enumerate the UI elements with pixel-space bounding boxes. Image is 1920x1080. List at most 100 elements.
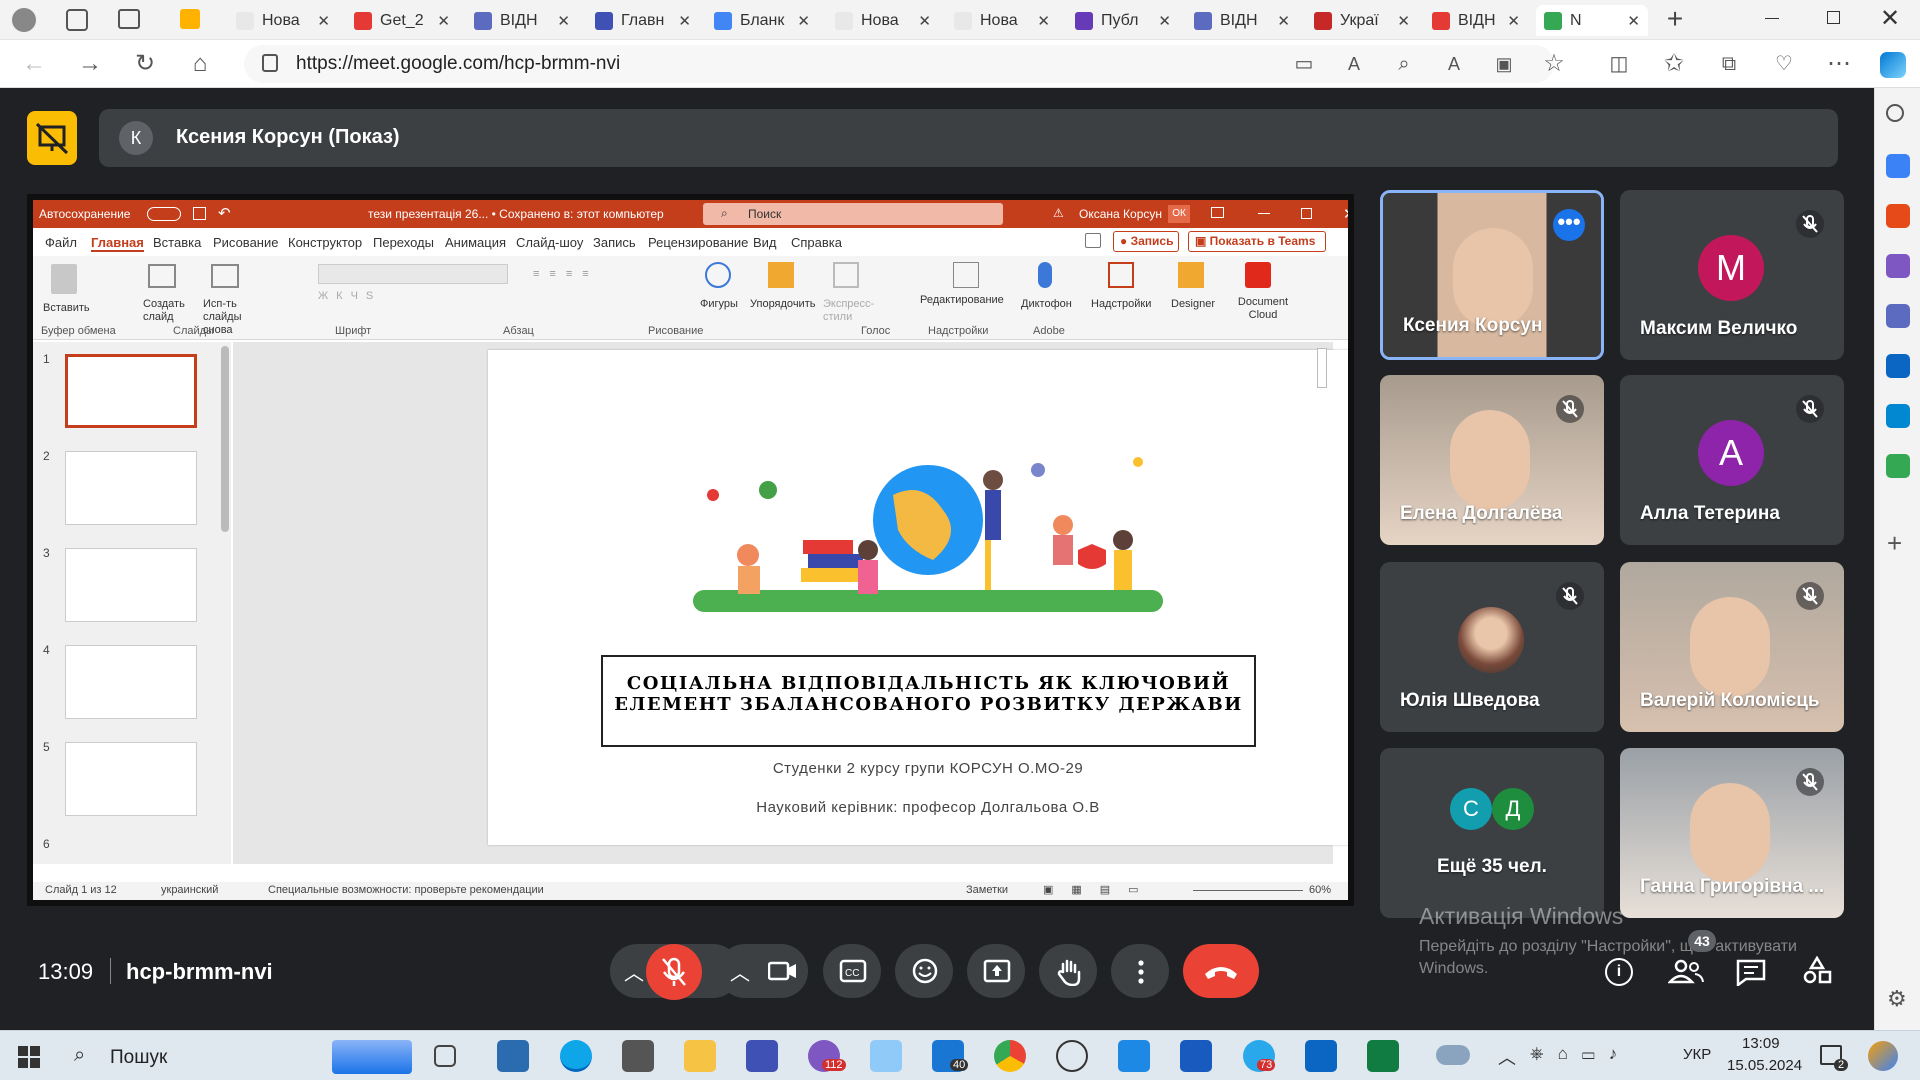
lock-icon[interactable] [262,54,278,72]
participant-tile[interactable]: Ганна Григорівна ... [1620,748,1844,918]
browser-tab[interactable]: Публ ✕ [1067,5,1179,36]
font-name-box[interactable] [318,264,508,284]
ppt-menu-item[interactable]: Запись [593,235,636,250]
close-window-button[interactable]: ✕ [1880,4,1900,33]
comments-icon[interactable] [1085,233,1101,248]
browser-tab[interactable]: ВІДН ✕ [1186,5,1298,36]
browser-tab[interactable]: Нова ✕ [827,5,939,36]
split-screen-icon[interactable]: ◫ [1605,50,1633,78]
taskbar-search[interactable]: ⌕ Пошук [64,1040,424,1074]
browser-tab[interactable]: Нова ✕ [946,5,1058,36]
clock-date[interactable]: 15.05.2024 [1727,1057,1802,1074]
view-buttons[interactable]: ▣▦▤▭ [1043,883,1157,896]
tab-close-icon[interactable]: ✕ [557,12,570,30]
tab-close-icon[interactable]: ✕ [1507,12,1520,30]
present-button[interactable] [967,944,1025,998]
teams-button[interactable]: ▣ Показать в Teams [1188,231,1326,252]
record-button[interactable]: ● Запись [1113,231,1179,252]
raise-hand-button[interactable] [1039,944,1097,998]
ppt-menu-item[interactable]: Главная [91,235,144,252]
ppt-close[interactable]: ✕ [1343,205,1348,223]
reactions-button[interactable] [895,944,953,998]
ppt-menu-item[interactable]: Справка [791,235,842,250]
copilot-taskbar-icon[interactable] [497,1040,529,1072]
collections-icon[interactable]: ⧉ [1715,50,1743,78]
ppt-menu-item[interactable]: Рисование [213,235,278,250]
ppt-menu-item[interactable]: Вставка [153,235,201,250]
tab-close-icon[interactable]: ✕ [918,12,931,30]
notepad-taskbar-icon[interactable] [870,1040,902,1072]
profile-icon[interactable] [12,8,36,32]
participants-button[interactable] [1667,958,1704,991]
editing-icon[interactable] [953,262,979,288]
copilot-icon[interactable] [1880,52,1906,78]
ppt-menu-item[interactable]: Вид [753,235,777,250]
tile-options-icon[interactable]: ••• [1553,209,1585,241]
media-player-taskbar-icon[interactable] [1056,1040,1088,1072]
notes-button[interactable]: Заметки [966,884,1008,896]
designer-icon[interactable] [1178,262,1204,288]
adobe-icon[interactable] [1245,262,1271,288]
browser-tab[interactable]: Украї ✕ [1306,5,1418,36]
editing-label[interactable]: Редактирование [920,294,1004,306]
scanner-taskbar-icon[interactable] [746,1040,778,1072]
favorites-icon[interactable]: ✩ [1660,50,1688,78]
tray-icons[interactable]: ⎈⌂▭♪ [1530,1044,1631,1064]
captions-button[interactable]: CC [823,944,881,998]
video-options-button[interactable]: ︿ [718,944,808,998]
ppt-search-box[interactable]: ⌕ Поиск [703,203,1003,225]
tab-close-icon[interactable]: ✕ [797,12,810,30]
language-label[interactable]: украинский [161,884,218,896]
ppt-menu-item[interactable]: Анимация [445,235,506,250]
slide-thumbnail[interactable] [65,742,197,816]
browser-tab[interactable]: Главн ✕ [587,5,699,36]
zoom-icon[interactable]: ⌕ [1390,50,1418,78]
tab-close-icon[interactable]: ✕ [1397,12,1410,30]
participant-tile[interactable]: Валерій Коломієць [1620,562,1844,732]
start-icon[interactable] [18,1046,40,1073]
clock-time[interactable]: 13:09 [1742,1035,1780,1052]
slide-supervisor[interactable]: Науковий керівник: професор Долгальова О… [488,799,1348,816]
home-icon[interactable]: ⌂ [186,50,214,78]
accessibility-label[interactable]: Специальные возможности: проверьте реком… [268,884,544,896]
minimize-button[interactable] [1765,18,1779,19]
styles-icon[interactable] [833,262,859,288]
addins-label[interactable]: Надстройки [1091,298,1151,310]
translate-icon[interactable]: A [1340,50,1368,78]
ppt-minimize[interactable] [1258,213,1270,214]
ppt-ribbon-display-icon[interactable] [1211,207,1224,218]
leave-call-button[interactable] [1183,944,1259,998]
styles-label[interactable]: Экспресс-стили [823,298,874,324]
presentation-icon[interactable] [27,111,77,165]
browser-tab[interactable]: N ✕ [1536,5,1648,36]
ppt-menu-item[interactable]: Переходы [373,235,434,250]
arrange-icon[interactable] [768,262,794,288]
reuse-icon[interactable] [211,264,239,288]
performance-icon[interactable]: ♡ [1770,50,1798,78]
arrange-label[interactable]: Упорядочить [750,298,815,310]
sidebar-add-icon[interactable]: + [1887,528,1902,559]
workspaces-icon[interactable] [66,9,88,31]
back-icon[interactable]: ← [20,50,48,78]
participant-tile[interactable]: M Максим Величко [1620,190,1844,360]
current-slide[interactable]: СОЦІАЛЬНА ВІДПОВІДАЛЬНІСТЬ ЯК КЛЮЧОВИЙ Е… [488,350,1348,845]
pinned-tab-icon[interactable] [180,9,200,29]
autosave-toggle[interactable] [147,207,181,221]
tab-close-icon[interactable]: ✕ [1277,12,1290,30]
activities-button[interactable] [1802,955,1832,991]
sidebar-settings-icon[interactable]: ⚙ [1887,986,1907,1012]
tab-close-icon[interactable]: ✕ [1037,12,1050,30]
excel-taskbar-icon[interactable] [1367,1040,1399,1072]
new-tab-button[interactable]: + [1660,4,1690,34]
slide-thumbnail[interactable] [65,548,197,622]
participant-tile[interactable]: A Алла Тетерина [1620,375,1844,545]
undo-icon[interactable]: ↶ [218,204,231,222]
ppt-menu-item[interactable]: Рецензирование [648,235,748,250]
sidebar-m365-icon[interactable] [1886,304,1910,328]
mic-off-button[interactable] [646,944,702,1000]
slide-thumbnail[interactable] [65,645,197,719]
sidebar-send-icon[interactable] [1886,404,1910,428]
refresh-icon[interactable]: ↻ [131,50,159,78]
store-taskbar-icon[interactable] [622,1040,654,1072]
new-slide-label[interactable]: Создать слайд [143,298,187,324]
